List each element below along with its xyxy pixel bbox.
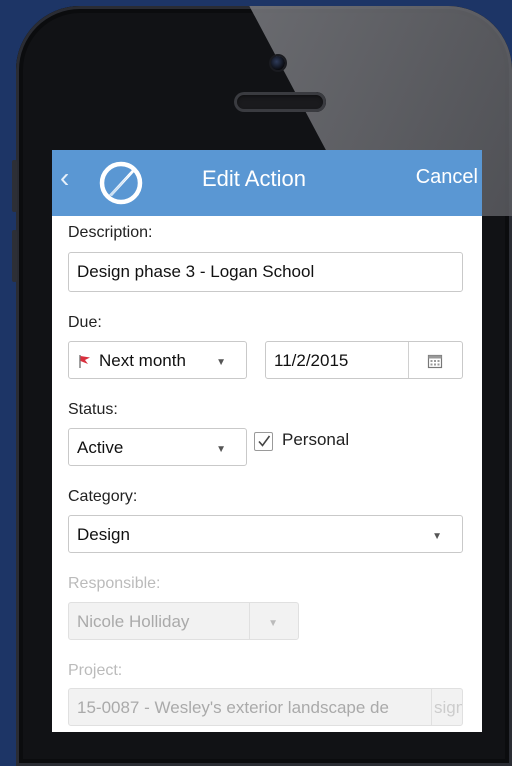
front-camera — [271, 56, 285, 70]
status-value: Active — [77, 438, 124, 457]
page-title: Edit Action — [202, 166, 306, 191]
description-input[interactable]: Design phase 3 - Logan School — [68, 252, 463, 292]
caret-down-icon: ▼ — [268, 618, 278, 629]
category-label: Category: — [68, 488, 138, 505]
personal-label: Personal — [282, 430, 350, 449]
category-value: Design — [77, 525, 130, 544]
project-button: sign — [431, 689, 462, 725]
caret-down-icon: ▼ — [432, 531, 442, 542]
due-date-value: 11/2/2015 — [274, 351, 349, 370]
caret-down-icon: ▼ — [216, 444, 226, 455]
description-value: Design phase 3 - Logan School — [77, 262, 315, 281]
project-select: 15-0087 - Wesley's exterior landscape de… — [68, 688, 463, 726]
volume-button-down — [12, 230, 17, 282]
chevron-left-icon[interactable]: ‹ — [60, 160, 69, 196]
project-value: 15-0087 - Wesley's exterior landscape de — [77, 698, 389, 717]
check-icon — [258, 435, 271, 447]
calendar-icon[interactable] — [427, 353, 443, 369]
flag-icon — [79, 355, 90, 368]
app-screen: ‹ Edit Action Cancel Description: Design… — [52, 150, 482, 732]
caret-down-icon: ▼ — [216, 357, 226, 368]
status-select[interactable]: Active ▼ — [68, 428, 247, 466]
project-label: Project: — [68, 662, 123, 679]
status-label: Status: — [68, 401, 118, 418]
due-label: Due: — [68, 314, 102, 331]
due-date-input[interactable]: 11/2/2015 — [265, 341, 463, 379]
project-button-text: sign — [434, 698, 462, 717]
due-preset-select[interactable]: Next month ▼ — [68, 341, 247, 379]
app-logo-icon — [99, 161, 143, 205]
category-select[interactable]: Design ▼ — [68, 515, 463, 553]
due-preset-value: Next month — [99, 351, 186, 370]
earpiece-speaker — [234, 92, 326, 112]
volume-button-up — [12, 160, 17, 212]
cancel-button[interactable]: Cancel — [416, 162, 478, 192]
personal-checkbox[interactable] — [254, 432, 273, 451]
responsible-value: Nicole Holliday — [77, 612, 190, 631]
responsible-divider — [249, 603, 250, 639]
date-divider — [408, 342, 409, 378]
responsible-label: Responsible: — [68, 575, 161, 592]
app-header: ‹ Edit Action Cancel — [52, 150, 482, 216]
responsible-select: Nicole Holliday ▼ — [68, 602, 299, 640]
description-label: Description: — [68, 224, 153, 241]
